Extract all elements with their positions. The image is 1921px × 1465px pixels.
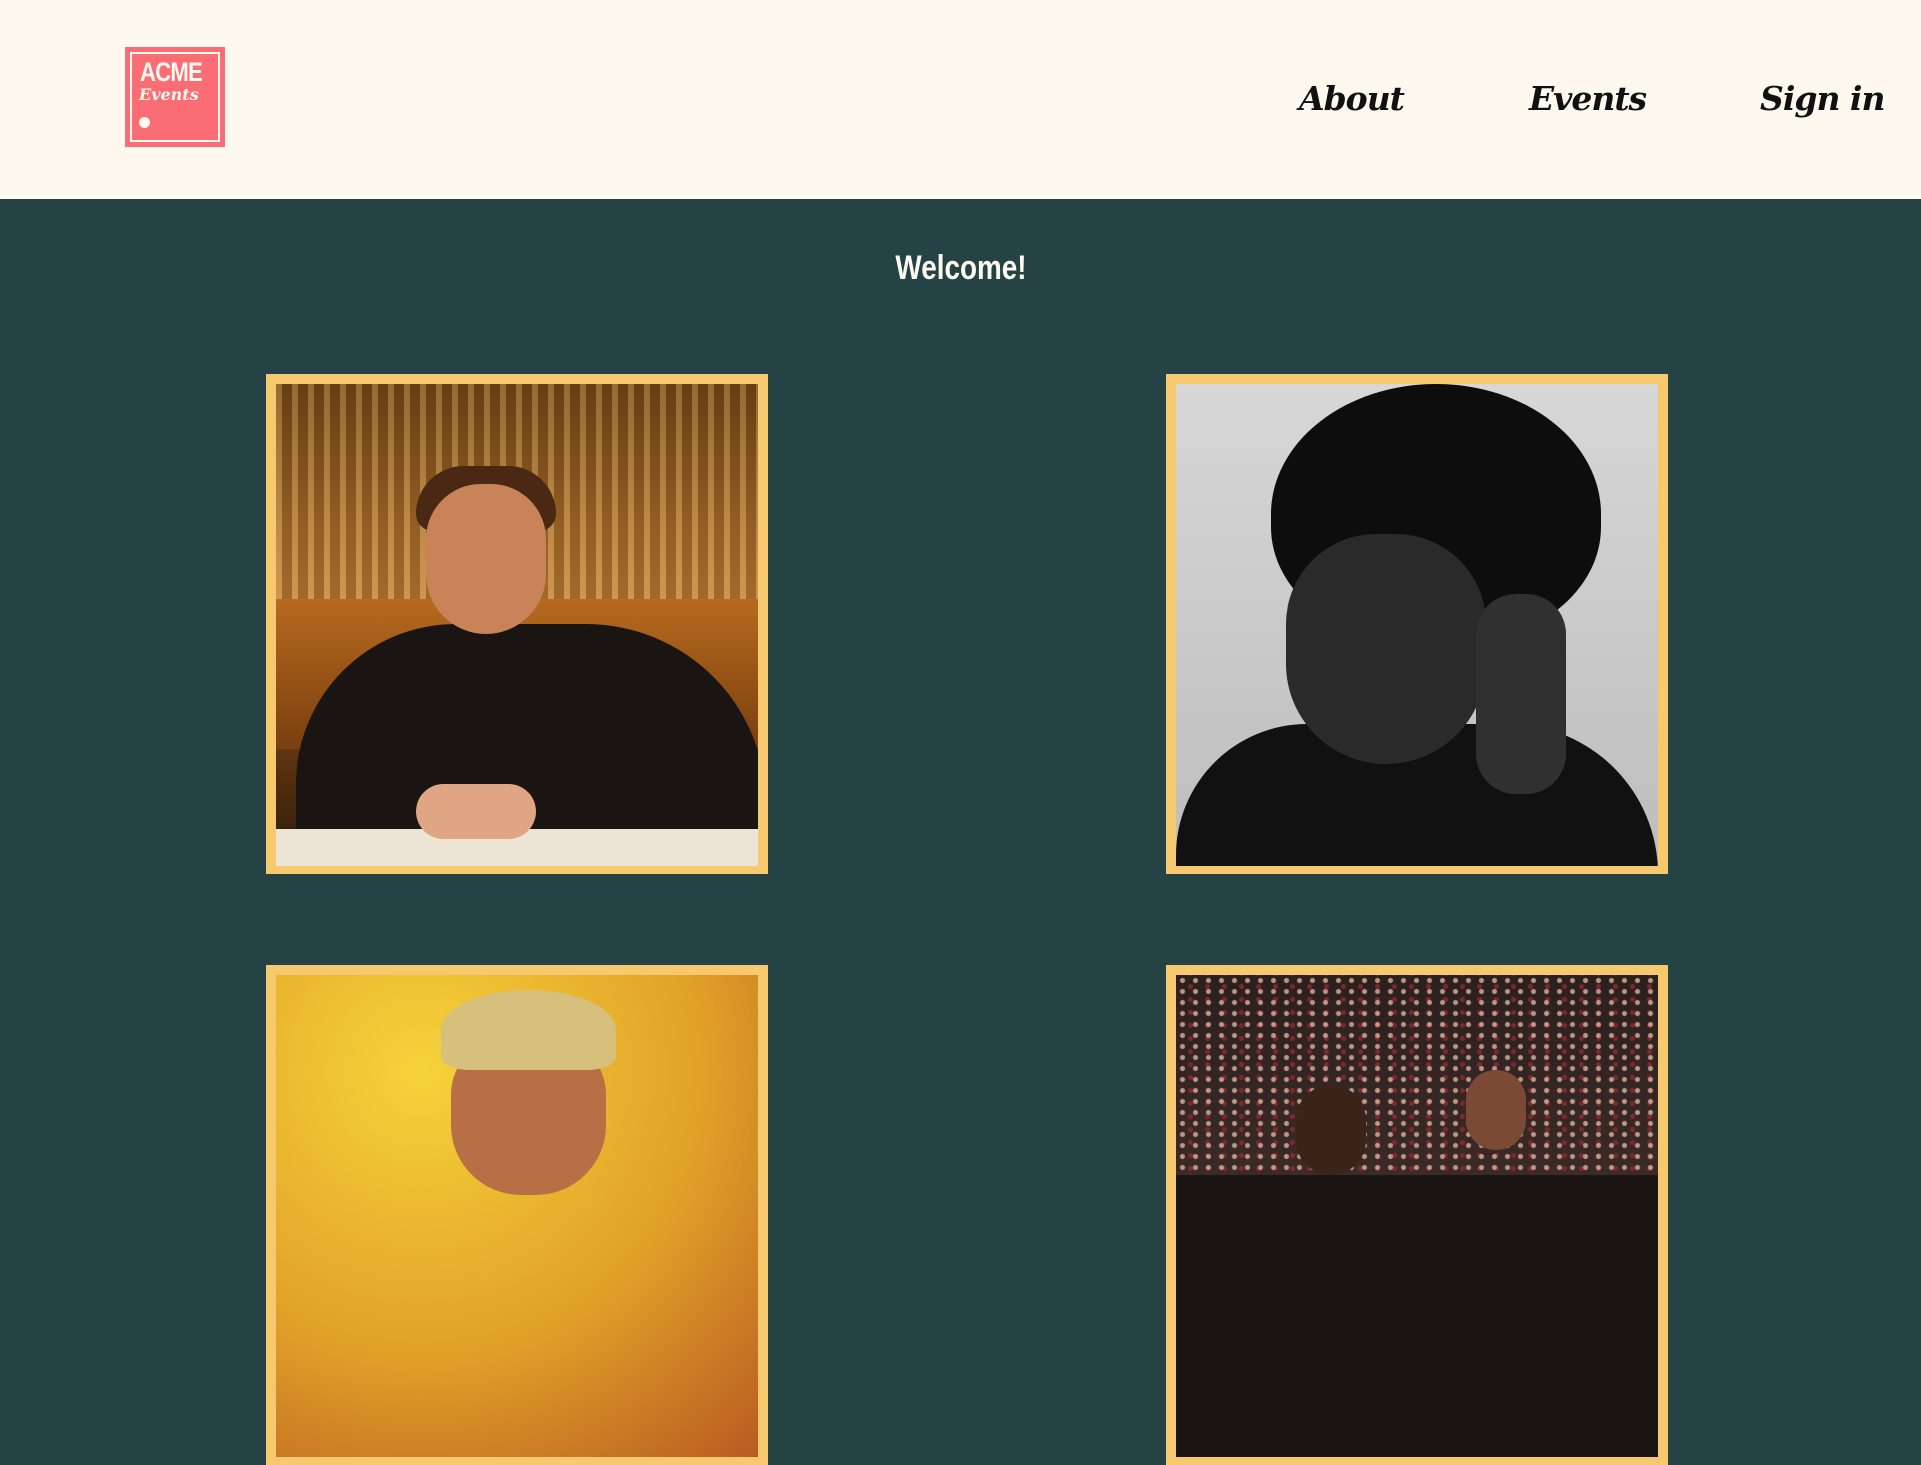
event-card[interactable] [1166, 374, 1668, 874]
event-card[interactable] [266, 374, 768, 874]
event-card[interactable] [1166, 965, 1668, 1465]
event-photo [276, 975, 758, 1457]
photo-person-hair [441, 990, 616, 1070]
photo-person [1296, 1085, 1366, 1175]
photo-person-hand [416, 784, 536, 839]
event-photo [276, 384, 758, 866]
welcome-heading: Welcome! [0, 246, 1921, 290]
photo-person-hand [1476, 594, 1566, 794]
nav-link-events[interactable]: Events [1529, 74, 1647, 124]
logo-acme-text: ACME [140, 57, 203, 87]
acme-events-logo[interactable]: ACME Events [125, 47, 225, 147]
event-photo [1176, 975, 1658, 1457]
photo-person-face [426, 484, 546, 634]
nav-link-about[interactable]: About [1299, 74, 1405, 124]
welcome-heading-text: Welcome! [894, 249, 1027, 287]
logo-events-text: Events [139, 85, 199, 104]
event-card[interactable] [266, 965, 768, 1465]
photo-person-face [1286, 534, 1486, 764]
photo-person [1466, 1070, 1526, 1150]
event-photo [1176, 384, 1658, 866]
site-header: ACME Events About Events Sign in [0, 0, 1921, 199]
photo-crowd [1176, 975, 1658, 1175]
nav-link-sign-in[interactable]: Sign in [1760, 74, 1885, 124]
logo-dot [139, 117, 150, 128]
